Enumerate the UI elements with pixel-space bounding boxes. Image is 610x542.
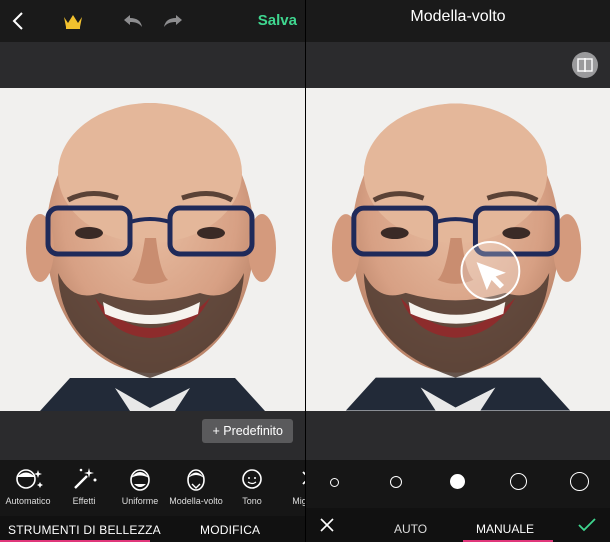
redo-icon[interactable] xyxy=(160,9,186,33)
bottom-tabs: STRUMENTI DI BELLEZZA MODIFICA xyxy=(0,516,305,542)
top-toolbar: Salva xyxy=(0,0,305,42)
tool-label: Uniforme xyxy=(121,496,159,506)
tab-auto[interactable]: AUTO xyxy=(394,522,427,536)
save-button[interactable]: Salva xyxy=(258,12,297,29)
tool-label: Effetti xyxy=(72,496,96,506)
page-title: Modella-volto xyxy=(410,8,506,25)
face-illustration xyxy=(0,88,305,411)
undo-icon[interactable] xyxy=(120,9,146,33)
tool-label: Migliora xyxy=(292,496,305,506)
tool-tono[interactable]: Tono xyxy=(224,460,280,516)
brush-size-3[interactable] xyxy=(450,474,465,489)
tab-manuale[interactable]: MANUALE xyxy=(476,522,534,536)
brush-size-4[interactable] xyxy=(510,473,527,490)
face-photo[interactable] xyxy=(306,88,610,411)
mode-bar: AUTO MANUALE xyxy=(306,508,610,542)
tone-face-icon xyxy=(242,469,262,489)
tool-modella-volto[interactable]: Modella-volto xyxy=(168,460,224,516)
brush-size-1[interactable] xyxy=(330,478,339,487)
smooth-face-icon xyxy=(130,469,150,491)
tool-label: Automatico xyxy=(5,496,51,506)
face-photo[interactable] xyxy=(0,88,305,411)
tool-label: Modella-volto xyxy=(169,496,223,506)
left-panel: Salva + Predefinito Automatico Effetti U… xyxy=(0,0,305,542)
face-illustration xyxy=(306,88,610,411)
back-icon[interactable] xyxy=(6,9,30,33)
reshape-face-icon xyxy=(187,469,205,491)
compare-button[interactable] xyxy=(572,52,598,78)
brush-size-5[interactable] xyxy=(570,472,589,491)
beauty-tools: Automatico Effetti Uniforme Modella-volt… xyxy=(0,460,305,516)
tool-automatico[interactable]: Automatico xyxy=(0,460,56,516)
enhance-icon xyxy=(302,471,305,485)
brush-size-selector xyxy=(306,460,610,508)
crown-icon[interactable] xyxy=(60,9,86,33)
right-panel: Modella-volto AUTO MANUALE xyxy=(306,0,610,542)
image-footer xyxy=(306,411,610,460)
compare-icon xyxy=(577,58,593,72)
auto-face-icon xyxy=(16,469,43,489)
tab-modifica[interactable]: MODIFICA xyxy=(200,523,260,537)
magic-wand-icon xyxy=(74,468,97,489)
tool-migliora[interactable]: Migliora xyxy=(280,460,305,516)
reshape-header: Modella-volto xyxy=(306,0,610,42)
confirm-check-icon[interactable] xyxy=(576,516,598,534)
brush-size-2[interactable] xyxy=(390,476,402,488)
preset-area: + Predefinito xyxy=(0,411,305,460)
tool-uniforme[interactable]: Uniforme xyxy=(112,460,168,516)
tool-label: Tono xyxy=(242,496,262,506)
compare-bar xyxy=(306,42,610,88)
preset-button[interactable]: + Predefinito xyxy=(202,419,293,443)
brush-cursor-icon[interactable] xyxy=(460,241,521,301)
close-icon[interactable] xyxy=(318,516,336,534)
tool-effetti[interactable]: Effetti xyxy=(56,460,112,516)
tab-strumenti-di-bellezza[interactable]: STRUMENTI DI BELLEZZA xyxy=(8,523,161,537)
compare-bar xyxy=(0,42,305,88)
